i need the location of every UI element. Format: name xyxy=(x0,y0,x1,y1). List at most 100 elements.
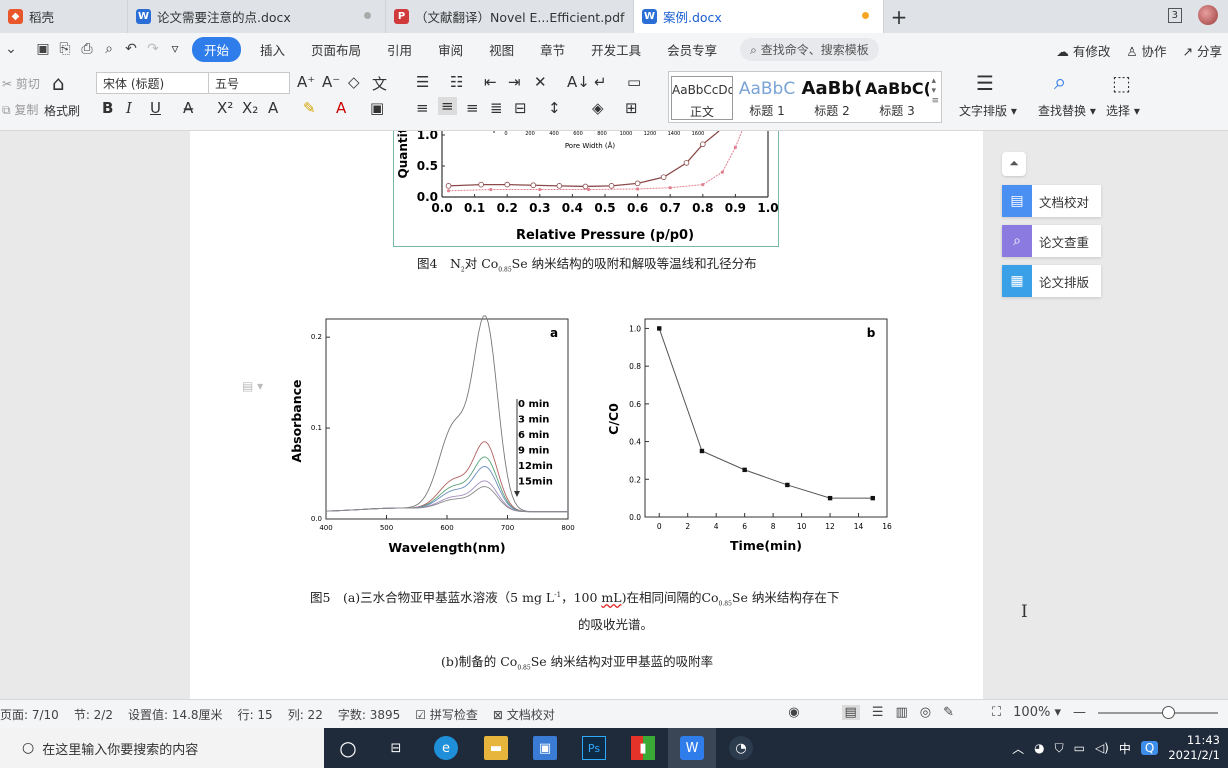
phonetic-icon[interactable]: 文 xyxy=(372,73,387,94)
borders-icon[interactable]: ⊞ xyxy=(625,99,638,117)
side-doc-proofread-button[interactable]: ▤ 文档校对 xyxy=(1002,185,1101,217)
style-heading-3[interactable]: AaBbC( 标题 3 xyxy=(865,76,929,120)
underline-icon[interactable]: U xyxy=(150,99,161,117)
align-right-icon[interactable]: ≡ xyxy=(466,99,479,117)
menu-home[interactable]: 开始 xyxy=(192,36,242,62)
font-size-select[interactable]: 五号 xyxy=(208,72,290,94)
eye-protect-icon[interactable]: ◉ xyxy=(788,705,799,720)
chinese-layout-icon[interactable]: ✕ xyxy=(534,73,547,91)
unsaved-dot[interactable] xyxy=(862,12,869,19)
print-icon[interactable]: ⎙ xyxy=(76,41,98,57)
save-icon[interactable]: ▣ xyxy=(32,41,54,57)
new-tab-button[interactable]: + xyxy=(884,0,914,33)
security-shield-icon[interactable]: ⛉ xyxy=(1055,741,1064,756)
side-thesis-format-button[interactable]: ▦ 论文排版 xyxy=(1002,265,1101,297)
window-count-badge[interactable]: 3 xyxy=(1167,7,1182,23)
bullet-list-icon[interactable]: ☰ xyxy=(416,73,429,91)
wps-icon[interactable]: W xyxy=(680,736,704,760)
align-left-icon[interactable]: ≡ xyxy=(416,99,429,117)
menu-chapter[interactable]: 章节 xyxy=(527,40,578,59)
menu-member[interactable]: 会员专享 xyxy=(654,40,730,59)
shrink-font-icon[interactable]: A⁻ xyxy=(322,73,340,91)
doc-proofread-toggle[interactable]: ⊠ 文档校对 xyxy=(493,706,555,723)
tab-translation-pdf[interactable]: P （文献翻译）Novel E...Efficient.pdf xyxy=(386,0,634,33)
subscript-icon[interactable]: X₂ xyxy=(242,99,258,117)
style-heading-1[interactable]: AaBbC 标题 1 xyxy=(735,76,799,120)
grow-font-icon[interactable]: A⁺ xyxy=(297,73,315,91)
menu-page-layout[interactable]: 页面布局 xyxy=(298,40,374,59)
owl-app-icon[interactable]: ◔ xyxy=(729,736,753,760)
task-view-icon[interactable]: ⊟ xyxy=(384,736,408,760)
zoom-slider[interactable] xyxy=(1098,705,1218,719)
style-normal[interactable]: AaBbCcDd 正文 xyxy=(671,76,733,120)
gallery-scroll-icon[interactable]: ▴ ▾ ≡ xyxy=(931,76,939,106)
web-view-icon[interactable]: ◎ xyxy=(920,705,931,720)
style-heading-2[interactable]: AaBb( 标题 2 xyxy=(799,76,865,120)
page-view-icon[interactable]: ▤ xyxy=(841,705,860,720)
font-name-select[interactable]: 宋体 (标题) xyxy=(96,72,210,94)
zoom-slider-knob[interactable] xyxy=(1162,705,1175,719)
menu-references[interactable]: 引用 xyxy=(374,40,425,59)
command-search[interactable]: ⌕ 查找命令、搜索模板 xyxy=(740,37,879,61)
justify-icon[interactable]: ≣ xyxy=(490,99,503,117)
store-icon[interactable]: ▣ xyxy=(533,736,557,760)
bold-icon[interactable]: B xyxy=(102,99,113,117)
sort-icon[interactable]: A↓ xyxy=(567,73,590,91)
copy-button[interactable]: ⧉ 复制 xyxy=(2,101,38,118)
fit-page-icon[interactable]: ⛶ xyxy=(992,705,1001,720)
zoom-out-icon[interactable]: — xyxy=(1073,705,1086,720)
highlight-icon[interactable]: ✎ xyxy=(303,99,316,117)
strikethrough-icon[interactable]: A̶ xyxy=(183,99,193,117)
distribute-icon[interactable]: ⊟ xyxy=(514,99,527,117)
document-page[interactable]: 0 200 400 600 800 1000 1200 1400 1600 Pore Width… xyxy=(190,131,983,699)
side-plagiarism-check-button[interactable]: ⌕ 论文查重 xyxy=(1002,225,1101,257)
edge-icon[interactable]: e xyxy=(434,736,458,760)
cut-button[interactable]: ✂ 剪切 xyxy=(2,75,40,92)
changes-button[interactable]: ☁ 有修改 xyxy=(1056,41,1110,60)
undo-icon[interactable]: ↶ xyxy=(120,41,142,57)
char-border-icon[interactable]: ▣ xyxy=(370,99,384,117)
collapse-chevron-icon[interactable]: ⌄ xyxy=(0,41,22,57)
select-button[interactable]: 选择 ▾ xyxy=(1106,102,1140,119)
outline-view-icon[interactable]: ☰ xyxy=(872,705,884,720)
text-layout-button[interactable]: 文字排版 ▾ xyxy=(959,102,1017,119)
status-words[interactable]: 字数: 3895 xyxy=(338,706,400,723)
menu-developer[interactable]: 开发工具 xyxy=(578,40,654,59)
print-preview-icon[interactable]: ⌕ xyxy=(98,41,120,57)
show-marks-icon[interactable]: ↵ xyxy=(594,73,607,91)
clock[interactable]: 11:43 2021/2/1 xyxy=(1168,733,1220,763)
collaborate-button[interactable]: ♙ 协作 xyxy=(1126,41,1166,60)
qq-icon[interactable]: ◕ xyxy=(1034,741,1044,755)
superscript-icon[interactable]: X² xyxy=(217,99,233,117)
menu-view[interactable]: 视图 xyxy=(476,40,527,59)
reading-view-icon[interactable]: ▥ xyxy=(896,705,908,720)
write-view-icon[interactable]: ✎ xyxy=(943,705,954,720)
network-icon[interactable]: ▭ xyxy=(1074,741,1085,755)
spell-check-toggle[interactable]: ☑ 拼写检查 xyxy=(415,706,478,723)
tray-expand-icon[interactable]: ︿ xyxy=(1012,740,1024,757)
qq-browser-icon[interactable]: Q xyxy=(1140,741,1159,755)
tabs-icon[interactable]: ▭ xyxy=(627,73,641,91)
find-replace-button[interactable]: 查找替换 ▾ xyxy=(1038,102,1096,119)
collapse-panel-icon[interactable]: ⏶ xyxy=(1002,152,1026,176)
numbered-list-icon[interactable]: ☷ xyxy=(450,73,463,91)
customize-chevron-icon[interactable]: ▿ xyxy=(164,41,186,57)
redo-icon[interactable]: ↷ xyxy=(142,41,164,57)
share-button[interactable]: ↗ 分享 xyxy=(1183,41,1222,60)
increase-indent-icon[interactable]: ⇥ xyxy=(508,73,521,91)
line-spacing-icon[interactable]: ↕ xyxy=(548,99,561,117)
tab-case-docx[interactable]: W 案例.docx xyxy=(634,0,884,33)
tab-close-dot[interactable] xyxy=(364,12,371,19)
paragraph-handle-icon[interactable]: ▤ ▾ xyxy=(242,379,263,393)
status-page[interactable]: 页面: 7/10 xyxy=(0,706,59,723)
align-center-icon[interactable]: ≡ xyxy=(438,97,457,115)
text-effect-icon[interactable]: A xyxy=(268,99,278,117)
cortana-icon[interactable]: ○ xyxy=(336,736,360,760)
file-explorer-icon[interactable]: ▬ xyxy=(484,736,508,760)
zoom-level[interactable]: 100% ▾ xyxy=(1013,705,1061,720)
tab-docer[interactable]: ◆ 稻壳 xyxy=(0,0,128,33)
format-painter-button[interactable]: 格式刷 xyxy=(44,102,80,119)
office-app-icon[interactable]: ▮ xyxy=(631,736,655,760)
export-icon[interactable]: ⎘ xyxy=(54,41,76,57)
photoshop-icon[interactable]: Ps xyxy=(582,736,606,760)
